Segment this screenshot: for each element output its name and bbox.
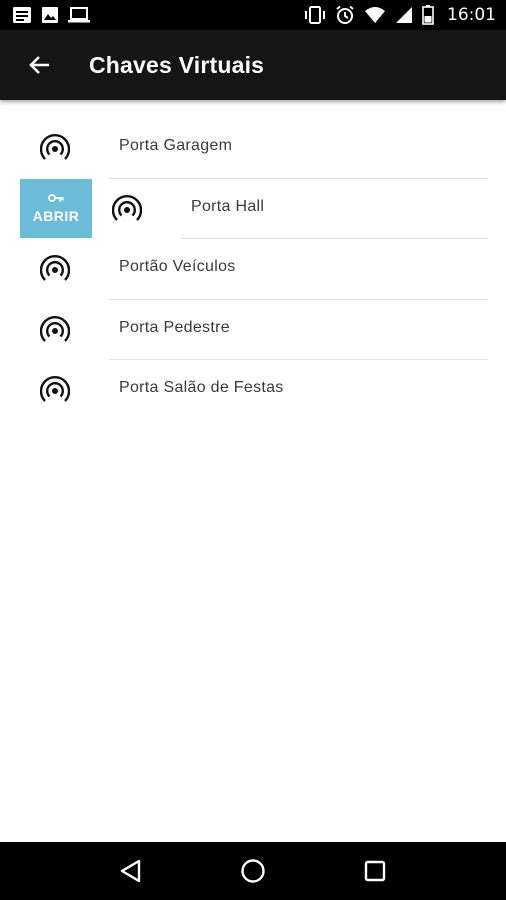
door-label: Porta Garagem — [119, 137, 233, 154]
door-label: Portão Veículos — [119, 258, 236, 275]
door-label: Porta Salão de Festas — [119, 379, 284, 396]
navigation-bar — [0, 842, 506, 900]
door-label: Porta Pedestre — [119, 318, 230, 336]
app-bar: Chaves Virtuais — [0, 30, 506, 100]
door-row-porta-pedestre[interactable]: Porta Pedestre — [0, 300, 506, 360]
key-icon — [48, 194, 64, 202]
door-row-porta-salao-de-festas[interactable]: Porta Salão de Festas — [0, 360, 506, 421]
status-left-icons — [12, 6, 90, 24]
alarm-icon — [336, 5, 354, 24]
vibrate-icon — [305, 6, 325, 24]
status-right-icons: 16:01 — [304, 5, 496, 25]
door-row-porta-hall[interactable]: ABRIR Porta Hall — [0, 178, 506, 239]
recents-square-icon — [364, 860, 386, 882]
wifi-icon — [365, 7, 385, 23]
laptop-icon — [68, 7, 90, 23]
rf-signal-icon — [40, 255, 70, 281]
image-icon — [42, 7, 58, 23]
abrir-label: ABRIR — [32, 208, 80, 224]
abrir-button[interactable]: ABRIR — [20, 178, 92, 238]
door-row-porta-garagem[interactable]: Porta Garagem — [0, 118, 506, 179]
back-triangle-icon — [120, 859, 141, 883]
rf-signal-icon — [112, 194, 142, 221]
nav-recents-button[interactable] — [355, 851, 395, 891]
rf-signal-icon — [40, 376, 70, 402]
back-button[interactable] — [0, 30, 78, 100]
nav-home-button[interactable] — [233, 851, 273, 891]
door-row-portao-veiculos[interactable]: Portão Veículos — [0, 239, 506, 300]
battery-icon — [422, 5, 434, 25]
door-list: Porta Garagem ABRIR Porta Hall Portão Ve — [0, 118, 506, 421]
arrow-left-icon — [29, 56, 49, 74]
page-title: Chaves Virtuais — [89, 51, 265, 78]
status-time: 16:01 — [447, 5, 496, 25]
home-circle-icon — [241, 859, 265, 883]
status-bar: 16:01 — [0, 0, 506, 30]
door-label: Porta Hall — [191, 197, 265, 215]
rf-signal-icon — [40, 134, 70, 160]
nav-back-button[interactable] — [111, 851, 151, 891]
rf-signal-icon — [40, 315, 70, 342]
signal-icon — [396, 7, 412, 23]
message-icon — [13, 7, 31, 23]
